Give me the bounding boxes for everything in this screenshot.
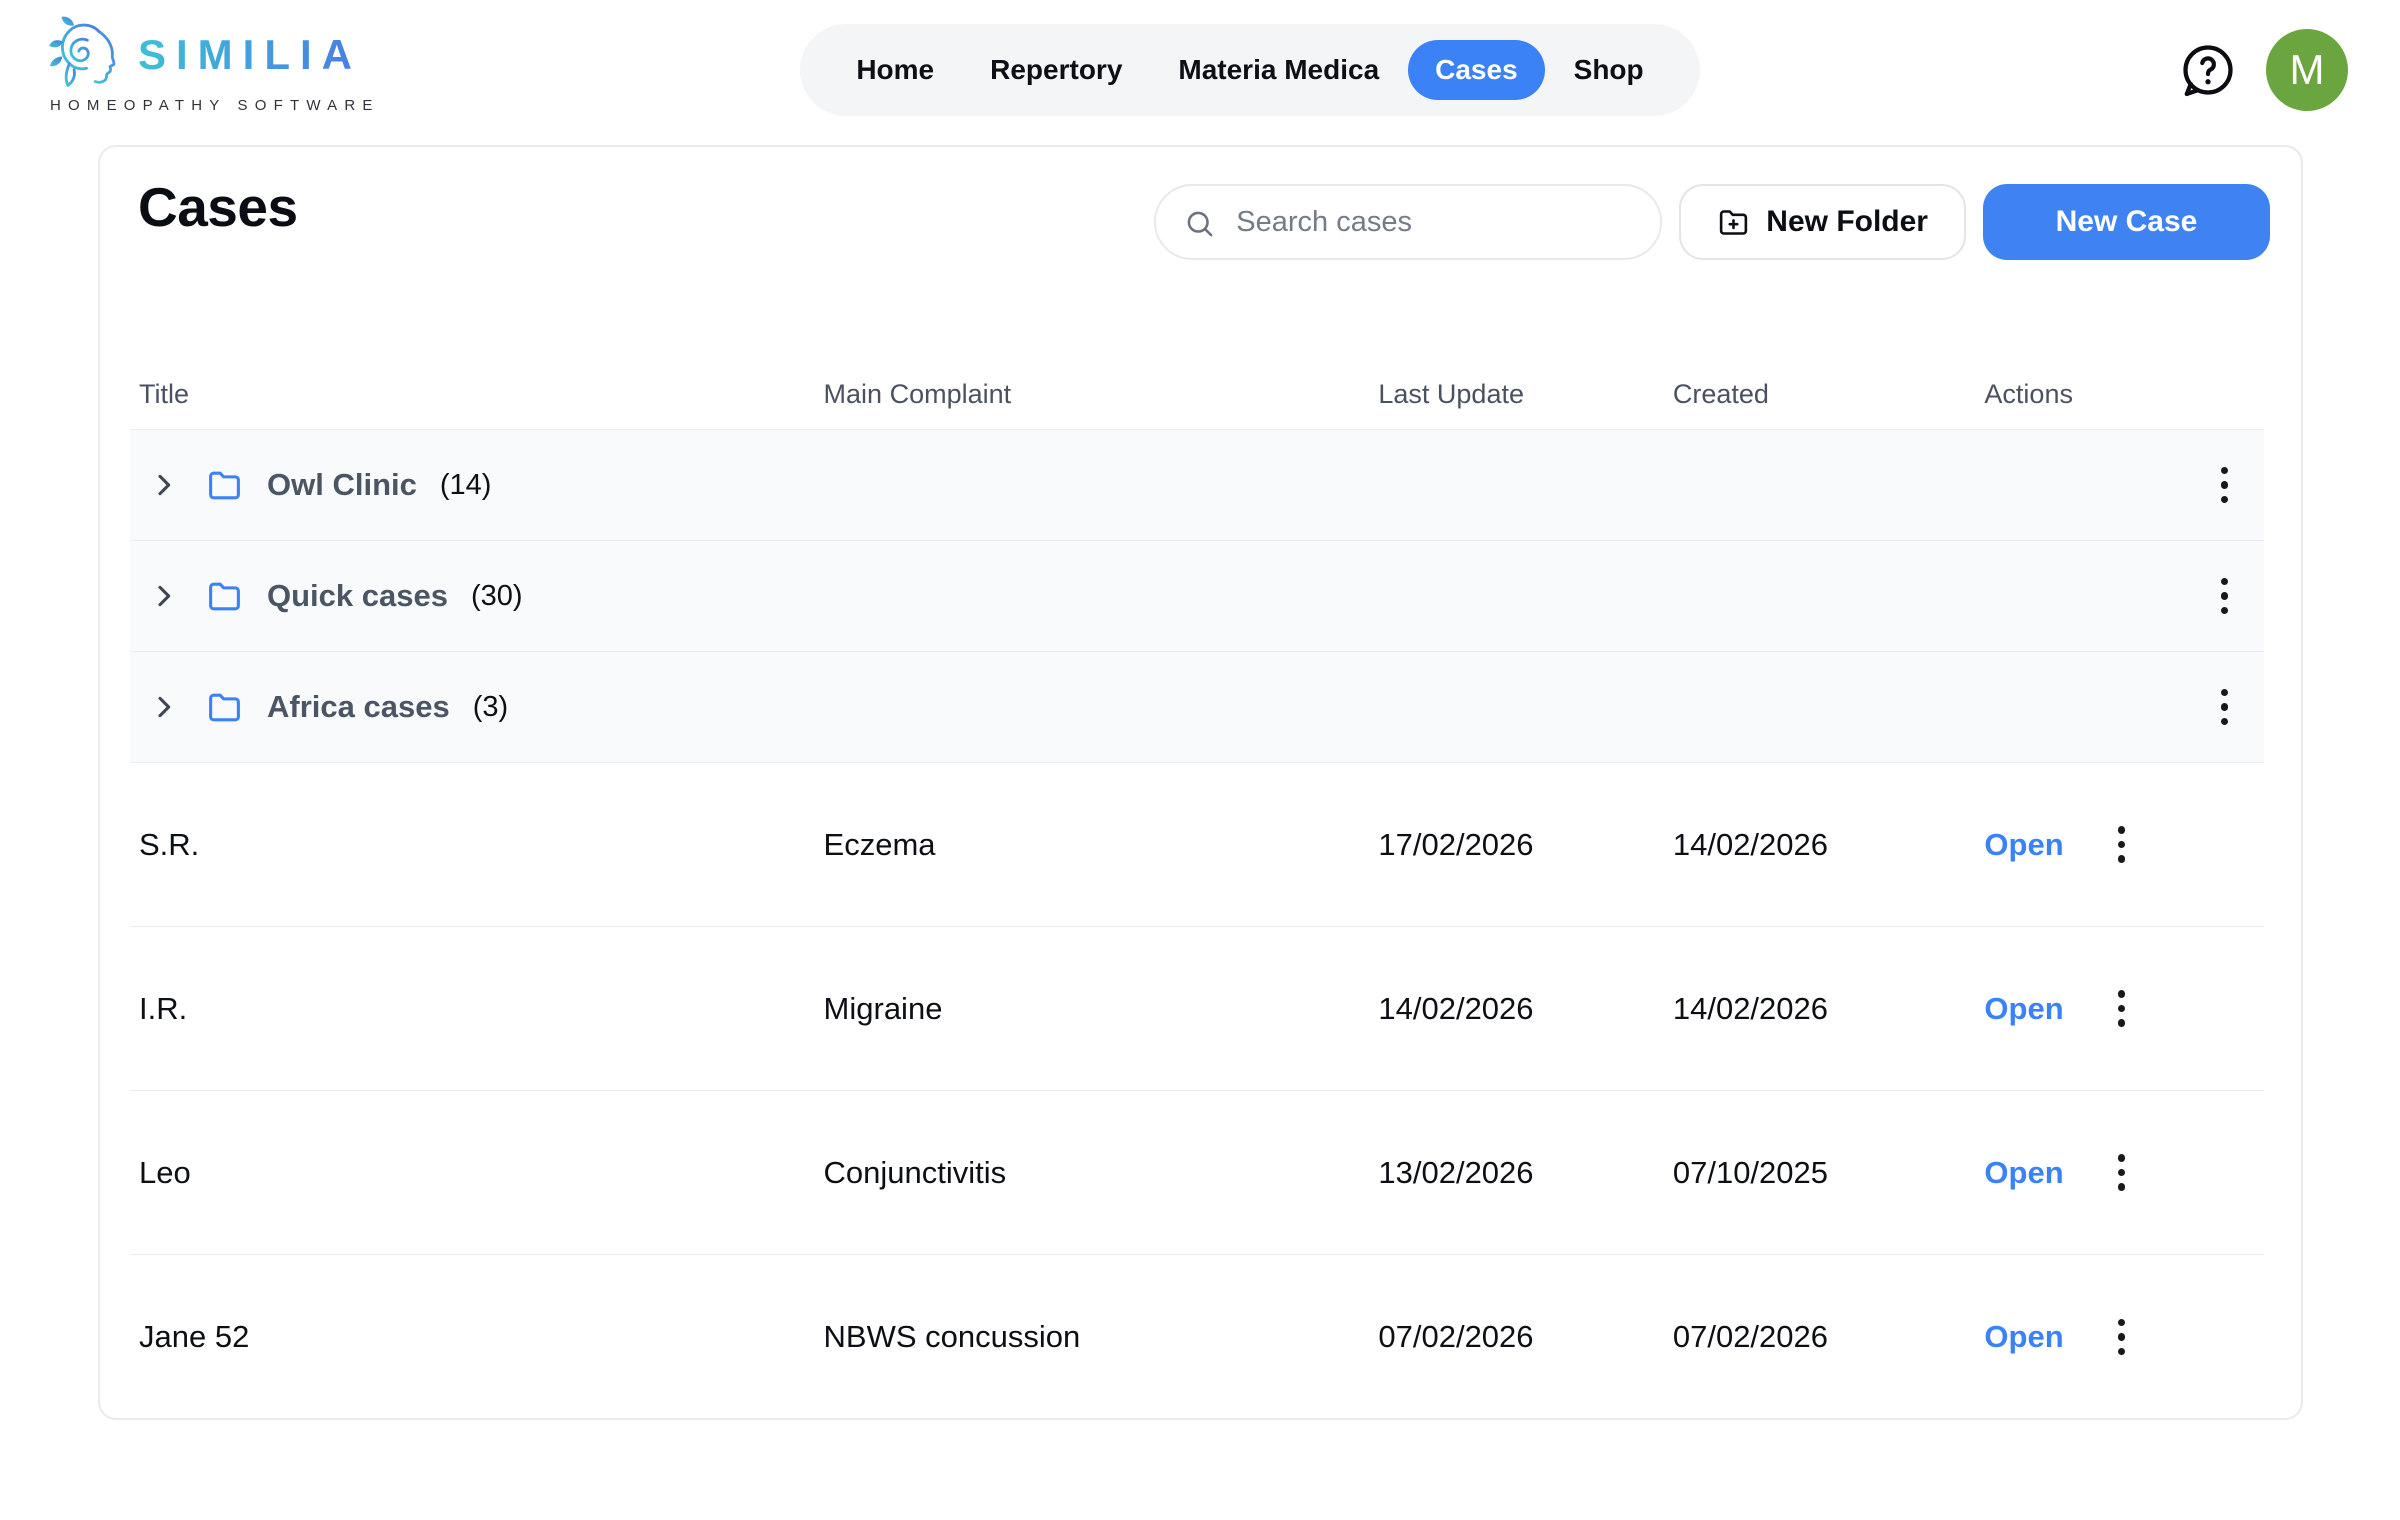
open-case-link[interactable]: Open bbox=[1984, 991, 2063, 1027]
nav-tab-cases[interactable]: Cases bbox=[1408, 40, 1545, 100]
nav-tab-repertory[interactable]: Repertory bbox=[963, 40, 1149, 100]
case-created: 14/02/2026 bbox=[1673, 827, 1985, 863]
chevron-right-icon bbox=[148, 469, 180, 501]
column-header-main-complaint: Main Complaint bbox=[824, 379, 1379, 410]
open-case-link[interactable]: Open bbox=[1984, 1155, 2063, 1191]
case-menu-button[interactable] bbox=[2110, 982, 2134, 1035]
case-title: Jane 52 bbox=[130, 1319, 824, 1355]
folder-expand-button[interactable] bbox=[146, 467, 182, 503]
folder-menu-button[interactable] bbox=[2213, 459, 2237, 512]
column-header-last-update: Last Update bbox=[1378, 379, 1672, 410]
folder-row[interactable]: Africa cases (3) bbox=[130, 652, 2264, 763]
case-created: 14/02/2026 bbox=[1673, 991, 1985, 1027]
brand-name: SIMILIA bbox=[138, 31, 362, 79]
table-header-row: Title Main Complaint Last Update Created… bbox=[130, 369, 2264, 419]
cases-table: Title Main Complaint Last Update Created… bbox=[130, 369, 2264, 1419]
search-box bbox=[1154, 184, 1662, 260]
case-main-complaint: Migraine bbox=[824, 991, 1379, 1027]
folder-row[interactable]: Owl Clinic (14) bbox=[130, 430, 2264, 541]
folder-section: Owl Clinic (14) Quick cases (30) Afr bbox=[130, 429, 2264, 763]
case-menu-button[interactable] bbox=[2110, 1146, 2134, 1199]
kebab-menu-icon bbox=[2221, 689, 2229, 697]
case-main-complaint: Conjunctivitis bbox=[824, 1155, 1379, 1191]
case-last-update: 14/02/2026 bbox=[1378, 991, 1672, 1027]
folder-name: Quick cases bbox=[267, 578, 448, 614]
folder-expand-button[interactable] bbox=[146, 689, 182, 725]
column-header-actions: Actions bbox=[1984, 379, 2264, 410]
case-last-update: 17/02/2026 bbox=[1378, 827, 1672, 863]
nav-tab-materia-medica[interactable]: Materia Medica bbox=[1151, 40, 1406, 100]
case-title: I.R. bbox=[130, 991, 824, 1027]
case-last-update: 13/02/2026 bbox=[1378, 1155, 1672, 1191]
case-title: Leo bbox=[130, 1155, 824, 1191]
folder-icon bbox=[206, 689, 243, 726]
case-row: S.R. Eczema 17/02/2026 14/02/2026 Open bbox=[130, 763, 2264, 927]
kebab-menu-icon bbox=[2118, 826, 2126, 834]
top-bar: SIMILIA HOMEOPATHY SOFTWARE Home Reperto… bbox=[0, 0, 2400, 145]
help-icon bbox=[2178, 40, 2238, 100]
folder-menu-button[interactable] bbox=[2213, 570, 2237, 623]
nav-tab-shop[interactable]: Shop bbox=[1547, 40, 1671, 100]
cases-panel: Cases New Folder New Case Title Main Com… bbox=[98, 145, 2303, 1420]
nav-tab-home[interactable]: Home bbox=[829, 40, 961, 100]
case-section: S.R. Eczema 17/02/2026 14/02/2026 Open I… bbox=[130, 763, 2264, 1419]
case-created: 07/10/2025 bbox=[1673, 1155, 1985, 1191]
new-folder-button[interactable]: New Folder bbox=[1679, 184, 1966, 260]
folder-count: (30) bbox=[471, 580, 523, 613]
case-last-update: 07/02/2026 bbox=[1378, 1319, 1672, 1355]
column-header-created: Created bbox=[1673, 379, 1985, 410]
kebab-menu-icon bbox=[2221, 578, 2229, 586]
case-row: Jane 52 NBWS concussion 07/02/2026 07/02… bbox=[130, 1255, 2264, 1419]
brand-logo-icon bbox=[46, 16, 124, 94]
case-main-complaint: NBWS concussion bbox=[824, 1319, 1379, 1355]
open-case-link[interactable]: Open bbox=[1984, 827, 2063, 863]
help-button[interactable] bbox=[2178, 40, 2238, 100]
brand-tagline: HOMEOPATHY SOFTWARE bbox=[50, 97, 380, 114]
kebab-menu-icon bbox=[2118, 1154, 2126, 1162]
case-menu-button[interactable] bbox=[2110, 818, 2134, 871]
folder-plus-icon bbox=[1717, 206, 1750, 239]
folder-menu-button[interactable] bbox=[2213, 681, 2237, 734]
case-main-complaint: Eczema bbox=[824, 827, 1379, 863]
chevron-right-icon bbox=[148, 580, 180, 612]
brand-logo[interactable]: SIMILIA HOMEOPATHY SOFTWARE bbox=[46, 16, 380, 114]
folder-icon bbox=[206, 467, 243, 504]
user-avatar[interactable]: M bbox=[2266, 29, 2348, 111]
new-folder-label: New Folder bbox=[1766, 207, 1928, 237]
folder-count: (3) bbox=[473, 691, 508, 724]
kebab-menu-icon bbox=[2118, 1319, 2126, 1327]
main-nav: Home Repertory Materia Medica Cases Shop bbox=[800, 24, 1700, 116]
folder-name: Owl Clinic bbox=[267, 467, 417, 503]
case-created: 07/02/2026 bbox=[1673, 1319, 1985, 1355]
column-header-title: Title bbox=[130, 379, 824, 410]
case-title: S.R. bbox=[130, 827, 824, 863]
case-row: Leo Conjunctivitis 13/02/2026 07/10/2025… bbox=[130, 1091, 2264, 1255]
kebab-menu-icon bbox=[2118, 990, 2126, 998]
new-case-label: New Case bbox=[2056, 207, 2198, 237]
kebab-menu-icon bbox=[2221, 467, 2229, 475]
folder-row[interactable]: Quick cases (30) bbox=[130, 541, 2264, 652]
folder-name: Africa cases bbox=[267, 689, 450, 725]
folder-icon bbox=[206, 578, 243, 615]
search-input[interactable] bbox=[1156, 186, 1660, 258]
open-case-link[interactable]: Open bbox=[1984, 1319, 2063, 1355]
chevron-right-icon bbox=[148, 691, 180, 723]
new-case-button[interactable]: New Case bbox=[1983, 184, 2270, 260]
case-row: I.R. Migraine 14/02/2026 14/02/2026 Open bbox=[130, 927, 2264, 1091]
page-title: Cases bbox=[138, 175, 298, 239]
folder-expand-button[interactable] bbox=[146, 578, 182, 614]
toolbar: New Folder New Case bbox=[1154, 184, 2270, 260]
case-menu-button[interactable] bbox=[2110, 1311, 2134, 1364]
folder-count: (14) bbox=[440, 469, 492, 502]
